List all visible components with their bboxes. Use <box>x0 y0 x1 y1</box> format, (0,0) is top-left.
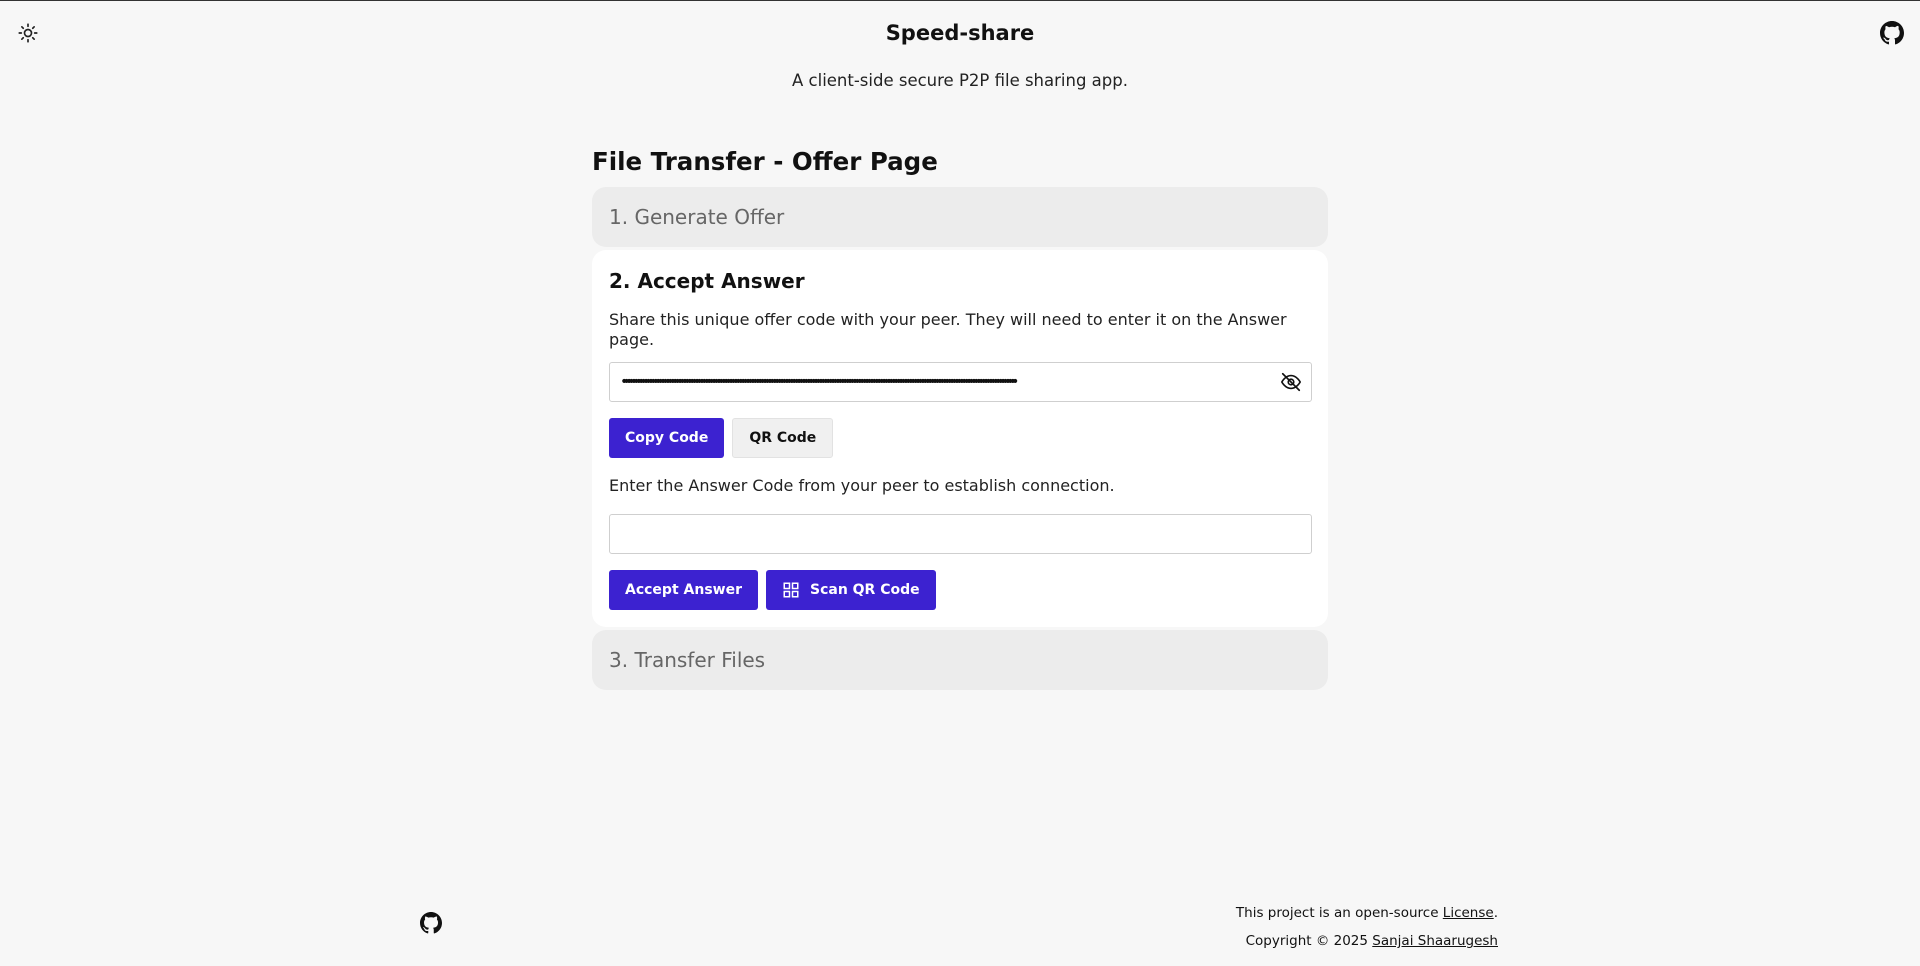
share-offer-description: Share this unique offer code with your p… <box>609 310 1287 349</box>
license-suffix: . <box>1493 905 1498 921</box>
footer-info: This project is an open-source License. … <box>1236 899 1498 955</box>
copyright-prefix: Copyright © 2025 <box>1245 933 1373 949</box>
app-subtitle: A client-side secure P2P file sharing ap… <box>792 71 1128 90</box>
step-accept-answer-heading: 2. Accept Answer <box>609 269 805 293</box>
offer-code-input[interactable] <box>610 363 1271 401</box>
offer-code-field <box>609 362 1312 402</box>
github-icon <box>1880 21 1904 45</box>
qr-code-button[interactable]: QR Code <box>732 418 834 458</box>
footer-github-link[interactable] <box>420 912 444 936</box>
copy-code-button[interactable]: Copy Code <box>609 418 725 458</box>
app-title: Speed-share <box>885 21 1035 45</box>
answer-actions: Accept Answer Scan QR Code <box>609 570 1312 610</box>
step-generate-offer[interactable]: 1. Generate Offer <box>592 187 1328 247</box>
license-line: This project is an open-source License. <box>1236 899 1498 927</box>
license-link[interactable]: License <box>1443 905 1494 921</box>
scan-qr-code-button[interactable]: Scan QR Code <box>765 570 936 610</box>
step-generate-offer-label: 1. Generate Offer <box>609 205 785 229</box>
author-link[interactable]: Sanjai Shaarugesh <box>1372 933 1498 949</box>
qr-scan-icon <box>783 582 799 598</box>
accept-answer-button[interactable]: Accept Answer <box>609 570 758 610</box>
github-link[interactable] <box>1880 21 1906 47</box>
copyright-line: Copyright © 2025 Sanjai Shaarugesh <box>1236 927 1498 955</box>
step-transfer-files-label: 3. Transfer Files <box>609 648 766 672</box>
github-icon <box>420 912 442 934</box>
scan-qr-code-label: Scan QR Code <box>809 582 920 598</box>
answer-code-input[interactable] <box>609 514 1312 554</box>
license-prefix: This project is an open-source <box>1235 905 1443 921</box>
offer-actions: Copy Code QR Code <box>609 418 1312 458</box>
toggle-visibility-button[interactable] <box>1271 363 1311 401</box>
eye-off-icon <box>1281 372 1301 392</box>
page-title: File Transfer - Offer Page <box>592 147 938 176</box>
answer-code-description: Enter the Answer Code from your peer to … <box>609 476 1115 495</box>
main-content: File Transfer - Offer Page 1. Generate O… <box>592 147 1328 690</box>
step-accept-answer: 2. Accept Answer Share this unique offer… <box>592 250 1328 627</box>
step-transfer-files[interactable]: 3. Transfer Files <box>592 630 1328 690</box>
